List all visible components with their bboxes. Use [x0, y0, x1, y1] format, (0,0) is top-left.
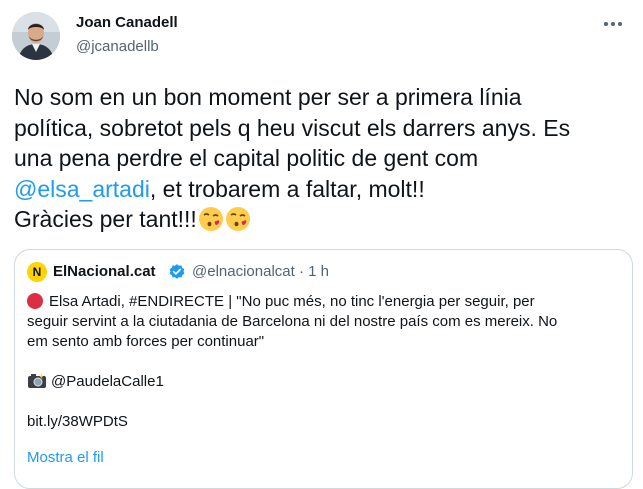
tweet-line: @elsa_artadi, et trobarem a faltar, molt…	[14, 174, 634, 205]
red-circle-icon	[27, 293, 43, 309]
tweet-text: No som en un bon moment per ser a primer…	[14, 82, 634, 235]
verified-badge-icon	[169, 264, 185, 279]
quoted-tweet-card[interactable]: N ElNacional.cat @elnacionalcat · 1 h El…	[14, 249, 633, 489]
tweet-line: No som en un bon moment per ser a primer…	[14, 84, 522, 110]
tweet-line: Gràcies per tant!!!	[14, 204, 634, 235]
quoted-handle-time: @elnacionalcat · 1 h	[192, 263, 329, 280]
quoted-line: Elsa Artadi, #ENDIRECTE | "No puc més, n…	[27, 292, 622, 312]
kissing-face-heart-emoji	[198, 207, 223, 231]
photo-credit-line: @PaudelaCalle1	[27, 372, 622, 392]
quoted-line: seguir servint a la ciutadania de Barcel…	[27, 313, 558, 330]
quoted-author-name[interactable]: ElNacional.cat	[53, 263, 156, 280]
quoted-line: em sento amb forces per continuar"	[27, 333, 265, 350]
mention-link[interactable]: @elsa_artadi	[14, 176, 150, 202]
photo-credit-handle[interactable]: @PaudelaCalle1	[51, 373, 164, 390]
quoted-body: Elsa Artadi, #ENDIRECTE | "No puc més, n…	[27, 292, 622, 432]
tweet-line: una pena perdre el capital politic de ge…	[14, 145, 479, 171]
camera-flash-icon	[28, 374, 46, 388]
avatar[interactable]	[12, 12, 60, 60]
quoted-avatar[interactable]: N	[27, 262, 47, 282]
tweet-line: política, sobretot pels q heu viscut els…	[14, 114, 571, 141]
quoted-link[interactable]: bit.ly/38WPDtS	[27, 412, 622, 432]
author-handle[interactable]: @jcanadellb	[76, 38, 159, 55]
show-thread-link[interactable]: Mostra el fil	[27, 449, 104, 466]
quoted-logo-letter: N	[32, 265, 42, 279]
tweet-text-segment: Gràcies per tant!!!	[14, 206, 197, 232]
quoted-text-segment: Elsa Artadi, #ENDIRECTE | "No puc més, n…	[49, 293, 535, 310]
kissing-face-heart-emoji	[225, 207, 250, 231]
more-options-icon[interactable]	[599, 14, 627, 34]
author-name[interactable]: Joan Canadell	[76, 14, 178, 31]
tweet-text-segment: , et trobarem a faltar, molt!!	[149, 175, 425, 202]
